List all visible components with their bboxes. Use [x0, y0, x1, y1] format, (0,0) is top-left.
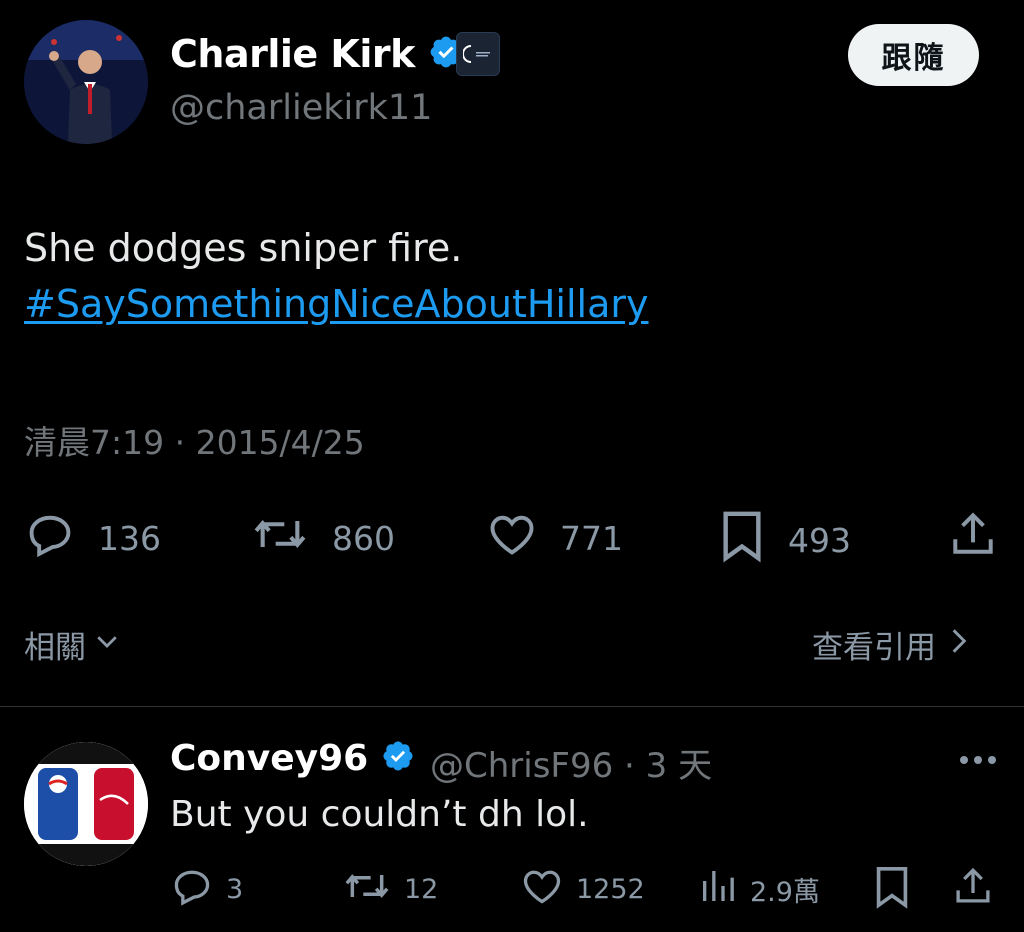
reply-like-count: 1252 [576, 874, 645, 905]
verified-badge-icon [381, 739, 415, 782]
reply-reply-count: 3 [226, 874, 244, 905]
more-icon[interactable] [956, 740, 1000, 780]
retweet-icon [342, 864, 392, 915]
bookmark-icon [872, 864, 912, 917]
share-icon [948, 508, 998, 568]
retweet-icon [250, 508, 310, 568]
related-label: 相關 [24, 630, 86, 666]
retweet-count: 860 [332, 518, 395, 558]
reply-retweet-button[interactable]: 12 [342, 864, 438, 915]
divider [0, 706, 1024, 707]
reply-button[interactable]: 136 [24, 508, 161, 568]
view-quotes-label: 查看引用 [812, 630, 936, 666]
tweet-text-body: She dodges sniper fire. [24, 226, 463, 270]
follow-button[interactable]: 跟隨 [848, 24, 979, 86]
reply-views-count: 2.9萬 [750, 877, 820, 908]
reply-reply-button[interactable]: 3 [170, 864, 243, 915]
reply-views-button[interactable]: 2.9萬 [698, 864, 820, 915]
reply-author-avatar[interactable] [24, 742, 148, 866]
chevron-down-icon [92, 626, 122, 664]
affiliation-badge-icon[interactable] [456, 32, 500, 76]
tweet-text: She dodges sniper fire. #SaySomethingNic… [24, 220, 649, 332]
bookmark-icon [718, 508, 766, 572]
reply-icon [170, 864, 214, 915]
reply-icon [24, 508, 76, 568]
bookmark-count: 493 [788, 520, 851, 560]
author-name-text[interactable]: Charlie Kirk [170, 32, 415, 76]
reply-retweet-count: 12 [404, 874, 439, 905]
like-count: 771 [560, 518, 623, 558]
reply-text: But you couldn’t dh lol. [170, 794, 589, 835]
share-icon [952, 864, 994, 915]
views-icon [698, 864, 738, 915]
related-toggle[interactable]: 相關 [24, 622, 122, 667]
view-quotes-link[interactable]: 查看引用 [812, 622, 970, 667]
like-icon [520, 864, 564, 915]
like-icon [486, 508, 538, 568]
reply-share-button[interactable] [952, 864, 994, 915]
bookmark-button[interactable]: 493 [718, 508, 851, 572]
like-button[interactable]: 771 [486, 508, 623, 568]
retweet-button[interactable]: 860 [250, 508, 395, 568]
author-name[interactable]: Charlie Kirk [170, 32, 464, 79]
reply-bookmark-button[interactable] [872, 864, 912, 917]
hashtag-link[interactable]: #SaySomethingNiceAboutHillary [24, 276, 649, 332]
reply-count: 136 [98, 518, 161, 558]
author-handle[interactable]: @charliekirk11 [170, 88, 432, 128]
reply-author-name[interactable]: Convey96 [170, 738, 415, 782]
tweet-timestamp[interactable]: 清晨7:19 · 2015/4/25 [24, 416, 365, 464]
reply-author-name-text[interactable]: Convey96 [170, 738, 368, 779]
reply-like-button[interactable]: 1252 [520, 864, 645, 915]
reply-author-handle[interactable]: @ChrisF96 · 3 天 [430, 738, 712, 787]
author-avatar[interactable] [24, 20, 148, 144]
share-button[interactable] [948, 508, 998, 568]
chevron-right-icon [948, 625, 970, 665]
